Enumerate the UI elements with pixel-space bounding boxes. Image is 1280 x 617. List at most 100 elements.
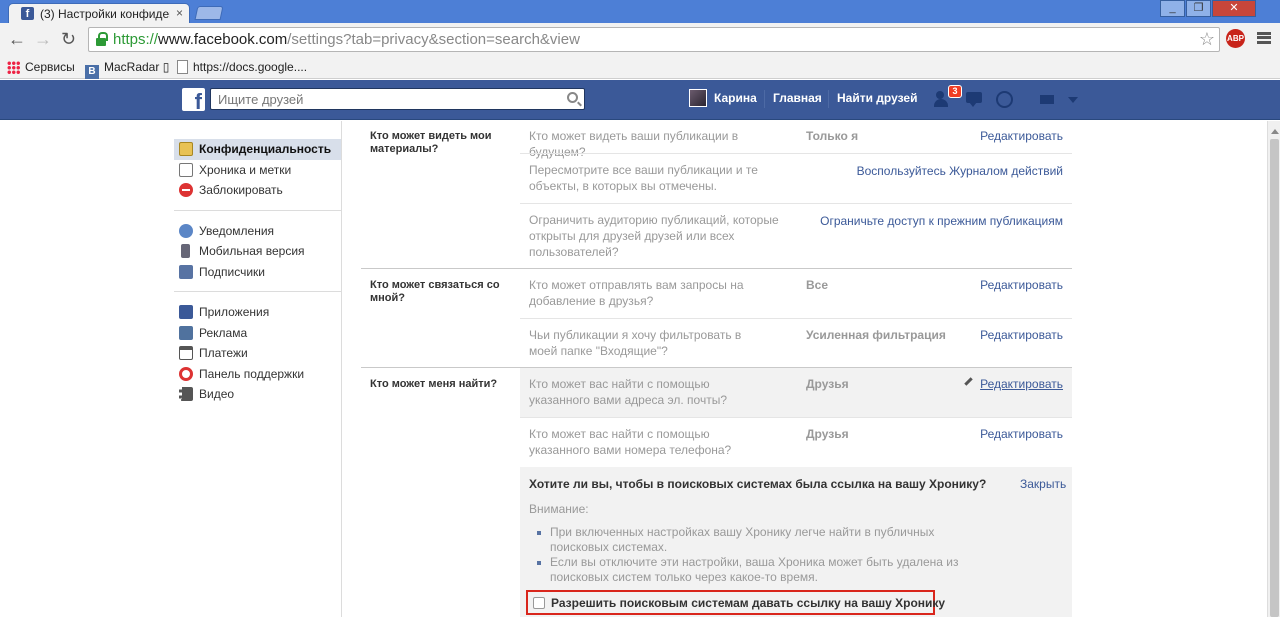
divider [520, 318, 1072, 319]
bookmark-docs[interactable]: https://docs.google.... [177, 59, 307, 75]
sidebar-item-followers[interactable]: Подписчики [174, 262, 342, 283]
search-input[interactable] [211, 89, 561, 109]
setting-question: Кто может вас найти с помощью указанного… [529, 427, 732, 457]
ads-icon [179, 325, 193, 340]
bookmark-star-icon[interactable]: ☆ [1199, 29, 1215, 50]
sidebar-group: Уведомления Мобильная версия Подписчики [174, 211, 342, 292]
limit-past-posts-link[interactable]: Ограничьте доступ к прежним публикациям [820, 214, 1063, 228]
setting-question: Чьи публикации я хочу фильтровать в моей… [529, 328, 742, 358]
setting-question: Пересмотрите все ваши публикации и те об… [529, 163, 758, 193]
setting-question: Кто может видеть ваши публикации в будущ… [529, 129, 739, 159]
address-bar[interactable]: https://www.facebook.com/settings?tab=pr… [88, 27, 1220, 52]
tab-title: (3) Настройки конфиден... [40, 7, 170, 21]
sidebar-group: Конфиденциальность Хроника и метки Забло… [174, 121, 342, 211]
page-icon [177, 60, 188, 74]
macradar-icon: B [85, 65, 99, 79]
panel-title: Хотите ли вы, чтобы в поисковых системах… [529, 477, 987, 491]
video-icon [179, 387, 193, 401]
maximize-button[interactable]: ❐ [1186, 0, 1211, 17]
mobile-icon [181, 244, 190, 258]
browser-toolbar: ← → ↻ https://www.facebook.com/settings?… [0, 23, 1280, 57]
sidebar-item-apps[interactable]: Приложения [174, 302, 342, 323]
sidebar-item-privacy[interactable]: Конфиденциальность [174, 139, 342, 160]
edit-link[interactable]: Редактировать [980, 377, 1063, 391]
rss-icon [179, 264, 193, 279]
section-divider [361, 268, 1072, 269]
nav-divider [828, 90, 829, 108]
sidebar-item-support[interactable]: Панель поддержки [174, 364, 342, 385]
privacy-shortcuts-icon[interactable] [1040, 95, 1054, 104]
setting-value: Друзья [806, 427, 849, 441]
facebook-header: f [0, 80, 1280, 120]
home-link[interactable]: Главная [773, 91, 822, 105]
sidebar-item-timeline[interactable]: Хроника и метки [174, 160, 342, 181]
sidebar-item-ads[interactable]: Реклама [174, 323, 342, 344]
sidebar-item-video[interactable]: Видео [174, 384, 342, 405]
setting-value: Усиленная фильтрация [806, 328, 946, 342]
nav-divider [764, 90, 765, 108]
messages-icon[interactable] [966, 92, 986, 108]
tab-close-icon[interactable]: × [176, 6, 183, 20]
checkbox-label[interactable]: Разрешить поисковым системам давать ссыл… [551, 596, 945, 610]
edit-link[interactable]: Редактировать [980, 328, 1063, 342]
adblock-icon[interactable]: ABP [1226, 29, 1245, 48]
avatar[interactable] [689, 89, 707, 107]
setting-question: Кто может вас найти с помощью указанного… [529, 377, 727, 407]
sidebar-item-payments[interactable]: Платежи [174, 343, 342, 364]
setting-value: Только я [806, 129, 859, 143]
browser-tab-strip: f (3) Настройки конфиден... × _ ❐ ✕ [0, 0, 1280, 23]
notifications-globe-icon[interactable] [996, 91, 1013, 108]
forward-arrow-icon[interactable]: → [34, 29, 52, 49]
notification-badge: 3 [948, 85, 962, 98]
list-item: Если вы отключите эти настройки, ваша Хр… [537, 555, 959, 584]
bookmarks-bar: Сервисы B MacRadar ▯ https://docs.google.… [0, 57, 1280, 79]
setting-question: Ограничить аудиторию публикаций, которые… [529, 213, 779, 259]
globe-icon [179, 223, 193, 238]
divider [520, 417, 1072, 418]
section-title-who-can-find: Кто может меня найти? [370, 378, 498, 390]
activity-log-link[interactable]: Воспользуйтесь Журналом действий [857, 164, 1063, 178]
new-tab-button[interactable] [194, 6, 224, 20]
ssl-lock-icon [96, 32, 108, 46]
search-icon[interactable] [567, 92, 578, 103]
support-icon [179, 366, 193, 381]
scrollbar[interactable] [1267, 121, 1280, 617]
note-heading: Внимание: [529, 502, 589, 516]
apps-icon [179, 305, 193, 319]
browser-tab[interactable]: f (3) Настройки конфиден... × [8, 3, 190, 23]
lock-icon [179, 142, 193, 156]
setting-value: Все [806, 278, 829, 292]
bookmark-services[interactable]: Сервисы [7, 59, 75, 75]
facebook-favicon-icon: f [21, 7, 34, 20]
sidebar-item-mobile[interactable]: Мобильная версия [174, 241, 342, 262]
section-title-who-can-see: Кто может видеть мои материалы? [370, 130, 492, 155]
facebook-logo-icon[interactable]: f [182, 88, 205, 111]
block-icon [179, 183, 193, 197]
apps-grid-icon [7, 61, 20, 74]
edit-link[interactable]: Редактировать [980, 129, 1063, 143]
search-box [210, 88, 585, 110]
edit-link[interactable]: Редактировать [980, 278, 1063, 292]
scroll-up-icon[interactable] [1271, 125, 1279, 134]
sidebar-item-notifications[interactable]: Уведомления [174, 221, 342, 242]
reload-icon[interactable]: ↻ [61, 29, 76, 49]
sidebar-item-blocking[interactable]: Заблокировать [174, 180, 342, 201]
profile-link[interactable]: Карина [714, 91, 757, 105]
minimize-button[interactable]: _ [1160, 0, 1185, 17]
edit-link[interactable]: Редактировать [980, 427, 1063, 441]
browser-menu-icon[interactable] [1257, 32, 1271, 44]
url-text: https://www.facebook.com/settings?tab=pr… [113, 31, 580, 48]
setting-question: Кто может отправлять вам запросы на доба… [529, 278, 744, 308]
search-engines-checkbox[interactable] [533, 597, 545, 609]
list-item: При включенных настройках вашу Хронику л… [537, 525, 960, 555]
bookmark-macradar[interactable]: B MacRadar ▯ [85, 59, 169, 79]
find-friends-link[interactable]: Найти друзей [837, 91, 917, 105]
account-menu-chevron-down-icon[interactable] [1068, 97, 1078, 108]
close-window-button[interactable]: ✕ [1212, 0, 1256, 17]
close-link[interactable]: Закрыть [1020, 477, 1066, 491]
payment-icon [179, 346, 193, 360]
setting-value: Друзья [806, 377, 849, 391]
sidebar-group: Приложения Реклама Платежи Панель поддер… [174, 292, 342, 414]
scrollbar-thumb[interactable] [1270, 139, 1279, 617]
back-arrow-icon[interactable]: ← [8, 29, 26, 49]
